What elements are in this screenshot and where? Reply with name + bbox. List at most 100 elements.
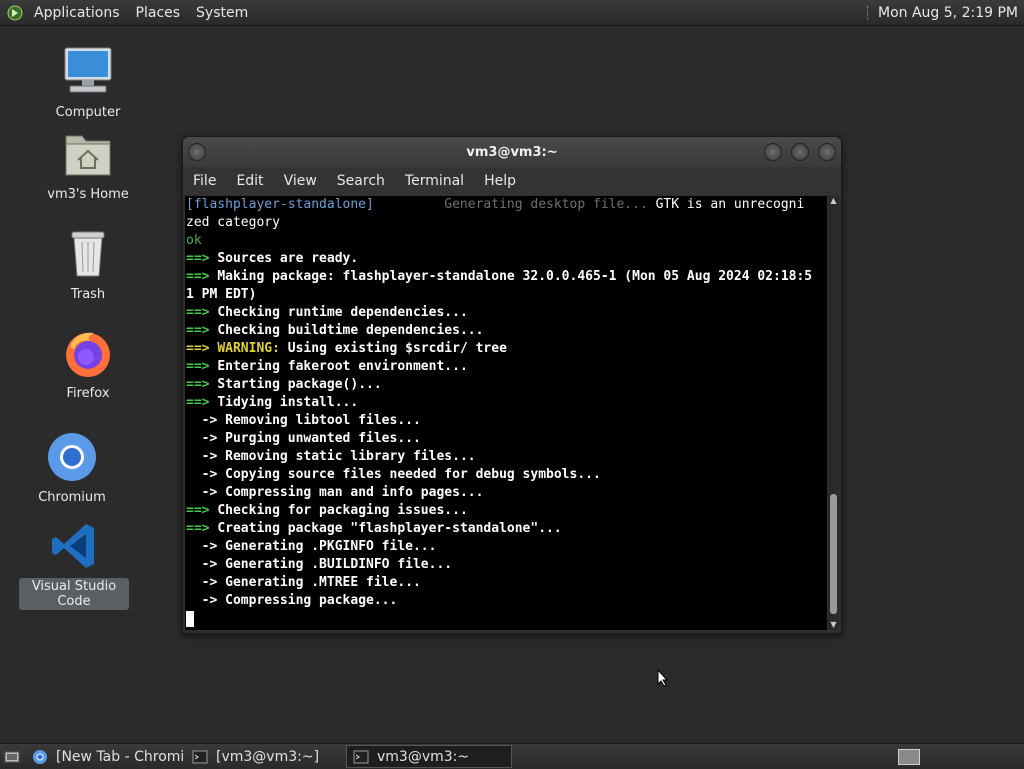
terminal-text: Removing libtool files... (225, 413, 421, 428)
terminal-text: ==> (186, 521, 218, 536)
taskbar-item-terminal-1[interactable]: [vm3@vm3:~] (186, 745, 344, 768)
terminal-text: -> (186, 449, 226, 464)
scrollbar-thumb[interactable] (830, 494, 837, 614)
terminal-text: -> (186, 413, 226, 428)
home-folder-icon (60, 126, 116, 182)
terminal-text: Checking for packaging issues... (217, 503, 468, 518)
terminal-text: ==> (186, 323, 218, 338)
terminal-line: ==> Sources are ready. (185, 250, 827, 268)
terminal-menubar: File Edit View Search Terminal Help (183, 167, 841, 195)
window-title: vm3@vm3:~ (466, 144, 558, 160)
terminal-text: Checking buildtime dependencies... (217, 323, 484, 338)
chromium-icon (32, 749, 48, 765)
terminal-text: zed category (186, 215, 280, 230)
desktop-icon-chromium[interactable]: Chromium (17, 429, 127, 506)
terminal-line: ==> WARNING: Using existing $srcdir/ tre… (185, 340, 827, 358)
terminal-text: ==> (186, 359, 218, 374)
terminal-window[interactable]: vm3@vm3:~ File Edit View Search Terminal… (182, 136, 842, 634)
minimize-button[interactable] (764, 143, 782, 161)
desktop-icon-vscode[interactable]: Visual Studio Code (19, 518, 129, 610)
terminal-text: Sources are ready. (217, 251, 359, 266)
terminal-text: Compressing package... (225, 593, 398, 608)
terminal-line: ==> Checking runtime dependencies... (185, 304, 827, 322)
terminal-line: -> Generating .MTREE file... (185, 574, 827, 592)
terminal-line: -> Generating .BUILDINFO file... (185, 556, 827, 574)
menu-view[interactable]: View (274, 173, 327, 189)
chromium-icon (44, 429, 100, 485)
window-titlebar[interactable]: vm3@vm3:~ (183, 137, 841, 167)
desktop-icon-label: Firefox (66, 386, 110, 401)
terminal-line: [flashplayer-standalone] Generating desk… (185, 196, 827, 214)
terminal-output[interactable]: [flashplayer-standalone] Generating desk… (185, 196, 827, 630)
desktop-icon-home[interactable]: vm3's Home (33, 126, 143, 203)
taskbar-item-terminal-2[interactable]: vm3@vm3:~ (346, 745, 512, 768)
menu-system[interactable]: System (188, 5, 256, 21)
terminal-text: -> (186, 557, 226, 572)
terminal-line: -> Removing static library files... (185, 448, 827, 466)
workspace-switcher[interactable] (898, 749, 920, 765)
menu-file[interactable]: File (183, 173, 226, 189)
menu-help[interactable]: Help (474, 173, 526, 189)
panel-separator (867, 5, 870, 20)
terminal-text: Generating .PKGINFO file... (225, 539, 437, 554)
desktop-icon-firefox[interactable]: Firefox (33, 325, 143, 402)
scroll-down-icon[interactable]: ▼ (828, 620, 839, 630)
terminal-text: GTK is an unrecogni (655, 197, 805, 212)
terminal-text: Generating .MTREE file... (225, 575, 421, 590)
terminal-line: ok (185, 232, 827, 250)
distro-logo-icon[interactable] (6, 4, 24, 22)
terminal-text: Removing static library files... (225, 449, 476, 464)
terminal-text: [flashplayer-standalone] (186, 197, 374, 212)
terminal-line: ==> Tidying install... (185, 394, 827, 412)
clock[interactable]: Mon Aug 5, 2:19 PM (878, 5, 1024, 21)
trash-icon (60, 226, 116, 282)
desktop-icon-label: Chromium (38, 490, 106, 505)
terminal-text: ==> (186, 395, 218, 410)
terminal-line: ==> Creating package "flashplayer-standa… (185, 520, 827, 538)
desktop-icon-trash[interactable]: Trash (33, 226, 143, 303)
desktop-icon-computer[interactable]: Computer (33, 44, 143, 121)
terminal-text: Generating desktop file... (373, 197, 656, 212)
taskbar-item-chromium[interactable]: [New Tab - Chromi... (26, 745, 184, 768)
computer-icon (60, 44, 116, 100)
terminal-text: ok (186, 233, 202, 248)
top-panel: Applications Places System Mon Aug 5, 2:… (0, 0, 1024, 26)
menu-applications[interactable]: Applications (26, 5, 128, 21)
menu-search[interactable]: Search (327, 173, 395, 189)
terminal-line: ==> Entering fakeroot environment... (185, 358, 827, 376)
terminal-text: ==> (186, 341, 218, 356)
terminal-scrollbar[interactable]: ▲ ▼ (828, 196, 839, 630)
taskbar-item-label: vm3@vm3:~ (377, 748, 470, 765)
menu-terminal[interactable]: Terminal (395, 173, 474, 189)
terminal-line: -> Purging unwanted files... (185, 430, 827, 448)
terminal-icon (192, 749, 208, 765)
show-desktop-icon[interactable] (4, 749, 20, 765)
terminal-line: ==> Starting package()... (185, 376, 827, 394)
menu-places[interactable]: Places (128, 5, 189, 21)
scroll-up-icon[interactable]: ▲ (828, 196, 839, 206)
terminal-text: Making package: flashplayer-standalone 3… (217, 269, 813, 284)
terminal-text: -> (186, 593, 226, 608)
taskbar-item-label: [New Tab - Chromi... (56, 748, 184, 765)
desktop-icon-label: Visual Studio Code (19, 578, 129, 610)
vscode-icon (46, 518, 102, 574)
menu-edit[interactable]: Edit (226, 173, 273, 189)
terminal-text: 1 PM EDT) (186, 287, 257, 302)
desktop-icon-label: Computer (55, 105, 121, 120)
window-menu-icon[interactable] (188, 143, 206, 161)
terminal-text: Starting package()... (217, 377, 382, 392)
terminal-text: WARNING: (217, 341, 280, 356)
terminal-line: ==> Checking buildtime dependencies... (185, 322, 827, 340)
terminal-text: Using existing $srcdir/ tree (279, 341, 507, 356)
terminal-text: ==> (186, 503, 218, 518)
terminal-text: Creating package "flashplayer-standalone… (217, 521, 562, 536)
terminal-text: Checking runtime dependencies... (217, 305, 468, 320)
terminal-text: Compressing man and info pages... (225, 485, 484, 500)
terminal-line: zed category (185, 214, 827, 232)
bottom-panel: [New Tab - Chromi... [vm3@vm3:~] vm3@vm3… (0, 743, 1024, 769)
terminal-text: -> (186, 431, 226, 446)
maximize-button[interactable] (791, 143, 809, 161)
terminal-text: -> (186, 539, 226, 554)
close-button[interactable] (818, 143, 836, 161)
desktop-icon-label: vm3's Home (47, 187, 129, 202)
